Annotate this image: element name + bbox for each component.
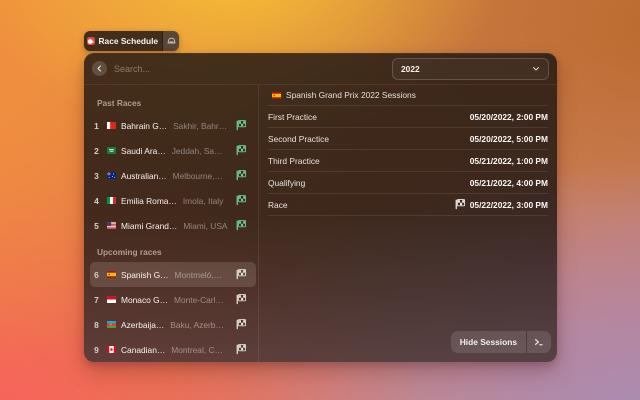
race-index: 6	[90, 270, 103, 280]
race-index: 9	[90, 345, 103, 355]
sessions-panel: Spanish Grand Prix 2022 Sessions First P…	[259, 85, 557, 362]
race-row-azerbaijan[interactable]: 8 Azerbaija… Baku, Azerb…	[90, 312, 256, 337]
usa-flag-icon	[107, 222, 116, 229]
past-race-flag-icon	[236, 120, 247, 131]
race-subtitle: Montreal, C…	[171, 345, 223, 355]
past-race-flag-icon	[236, 145, 247, 156]
car-icon	[167, 37, 176, 45]
monaco-flag-icon	[107, 296, 116, 303]
chip-badge[interactable]	[163, 31, 179, 51]
session-date: 05/21/2022, 4:00 PM	[470, 178, 548, 188]
race-subtitle: Miami, USA	[183, 221, 227, 231]
italy-flag-icon	[107, 197, 116, 204]
race-index: 5	[90, 221, 103, 231]
title-chip-main: Race Schedule	[84, 31, 162, 51]
year-dropdown[interactable]: 2022	[392, 58, 549, 80]
hide-sessions-button[interactable]: Hide Sessions	[451, 337, 526, 347]
race-list: Past Races 1 Bahrain G… Sakhir, Bahr… 2 …	[84, 85, 259, 362]
session-label: Second Practice	[268, 134, 329, 144]
past-race-flag-icon	[236, 220, 247, 231]
past-race-flag-icon	[236, 195, 247, 206]
prompt-key-icon	[534, 338, 544, 347]
race-index: 2	[90, 146, 103, 156]
race-title: Canadian…	[121, 345, 165, 355]
race-title: Australian…	[121, 171, 167, 181]
section-title-upcoming-races: Upcoming races	[90, 242, 256, 262]
session-date: 05/20/2022, 2:00 PM	[470, 112, 548, 122]
race-row-canada[interactable]: 9 Canadian… Montreal, C…	[90, 337, 256, 362]
race-title: Saudi Ara…	[121, 146, 166, 156]
session-date-text: 05/22/2022, 3:00 PM	[470, 200, 548, 210]
sessions-title: Spanish Grand Prix 2022 Sessions	[286, 90, 416, 100]
chip-title: Race Schedule	[99, 36, 159, 46]
window-body: Past Races 1 Bahrain G… Sakhir, Bahr… 2 …	[84, 85, 557, 362]
race-row-monaco[interactable]: 7 Monaco G… Monte-Carl…	[90, 287, 256, 312]
app-window: Search... 2022 Past Races 1 Bahrain G… S…	[84, 53, 557, 362]
race-row-bahrain[interactable]: 1 Bahrain G… Sakhir, Bahr…	[90, 113, 256, 138]
race-index: 4	[90, 196, 103, 206]
canada-flag-icon	[107, 346, 116, 353]
session-row-race[interactable]: Race 05/22/2022, 3:00 PM	[268, 194, 548, 216]
year-dropdown-value: 2022	[401, 64, 420, 74]
race-row-miami[interactable]: 5 Miami Grand… Miami, USA	[90, 213, 256, 238]
session-date: 05/21/2022, 1:00 PM	[470, 156, 548, 166]
return-key-badge[interactable]	[527, 338, 551, 347]
session-label: Race	[268, 200, 288, 210]
race-subtitle: Imola, Italy	[183, 196, 224, 206]
session-row-first-practice[interactable]: First Practice 05/20/2022, 2:00 PM	[268, 106, 548, 128]
session-date: 05/22/2022, 3:00 PM	[455, 199, 548, 210]
race-index: 8	[90, 320, 103, 330]
race-subtitle: Melbourne,…	[173, 171, 223, 181]
race-title: Miami Grand…	[121, 221, 177, 231]
session-date: 05/20/2022, 5:00 PM	[470, 134, 548, 144]
saudi-arabia-flag-icon	[107, 147, 116, 154]
chevron-left-icon	[96, 65, 103, 72]
race-schedule-app-icon	[87, 37, 95, 45]
race-subtitle: Sakhir, Bahr…	[173, 121, 227, 131]
race-subtitle: Monte-Carl…	[174, 295, 224, 305]
section-title-past-races: Past Races	[90, 93, 256, 113]
chevron-down-icon	[532, 66, 540, 72]
past-race-flag-icon	[236, 170, 247, 181]
race-index: 3	[90, 171, 103, 181]
race-index: 1	[90, 121, 103, 131]
upcoming-race-flag-icon	[236, 319, 247, 330]
upcoming-race-flag-icon	[236, 269, 247, 280]
race-subtitle: Jeddah, Sa…	[172, 146, 223, 156]
race-subtitle: Montmeló,…	[174, 270, 221, 280]
session-label: Third Practice	[268, 156, 320, 166]
session-row-second-practice[interactable]: Second Practice 05/20/2022, 5:00 PM	[268, 128, 548, 150]
primary-action: Hide Sessions	[451, 331, 551, 353]
spain-flag-icon	[272, 92, 281, 99]
race-title: Spanish G…	[121, 270, 168, 280]
helmet-icon	[87, 38, 94, 45]
session-label: Qualifying	[268, 178, 305, 188]
race-title: Emilia Roma…	[121, 196, 177, 206]
race-title: Bahrain G…	[121, 121, 167, 131]
upcoming-race-flag-icon	[236, 294, 247, 305]
australia-flag-icon	[107, 172, 116, 179]
race-index: 7	[90, 295, 103, 305]
session-row-third-practice[interactable]: Third Practice 05/21/2022, 1:00 PM	[268, 150, 548, 172]
bahrain-flag-icon	[107, 122, 116, 129]
session-label: First Practice	[268, 112, 317, 122]
race-subtitle: Baku, Azerb…	[170, 320, 224, 330]
back-button[interactable]	[92, 61, 107, 76]
search-input[interactable]: Search...	[114, 64, 150, 74]
azerbaijan-flag-icon	[107, 321, 116, 328]
session-row-qualifying[interactable]: Qualifying 05/21/2022, 4:00 PM	[268, 172, 548, 194]
race-title: Azerbaija…	[121, 320, 164, 330]
race-row-spanish-selected[interactable]: 6 Spanish G… Montmeló,…	[90, 262, 256, 287]
title-chip[interactable]: Race Schedule	[84, 31, 179, 51]
race-title: Monaco G…	[121, 295, 168, 305]
sessions-header: Spanish Grand Prix 2022 Sessions	[268, 85, 548, 106]
race-row-emilia-romagna[interactable]: 4 Emilia Roma… Imola, Italy	[90, 188, 256, 213]
upcoming-race-flag-icon	[236, 344, 247, 355]
spain-flag-icon	[107, 271, 116, 278]
race-row-saudi-arabia[interactable]: 2 Saudi Ara… Jeddah, Sa…	[90, 138, 256, 163]
window-header: Search... 2022	[84, 53, 557, 85]
race-row-australia[interactable]: 3 Australian… Melbourne,…	[90, 163, 256, 188]
race-session-flag-icon	[455, 199, 466, 210]
